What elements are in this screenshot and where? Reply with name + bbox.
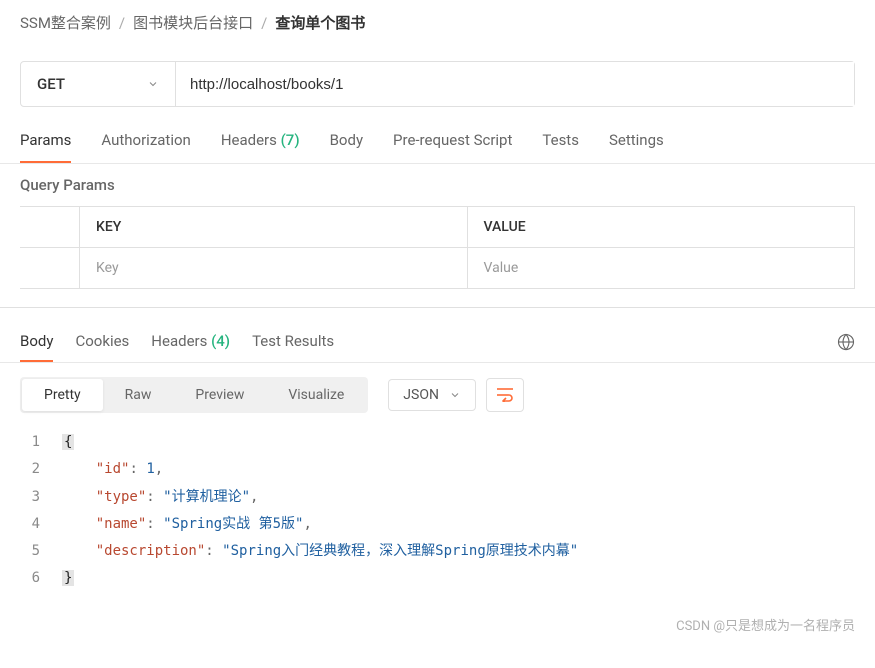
breadcrumb-item[interactable]: SSM整合案例 [20,12,111,33]
wrap-lines-button[interactable] [486,378,524,412]
breadcrumb-separator: / [119,14,125,32]
format-select[interactable]: JSON [388,379,476,411]
globe-icon[interactable] [837,333,855,351]
query-params-label: Query Params [0,164,875,206]
request-bar: GET [20,61,855,107]
response-tabs: Body Cookies Headers (4) Test Results [0,322,875,363]
wrap-icon [496,388,514,402]
tab-prerequest[interactable]: Pre-request Script [393,119,512,163]
chevron-down-icon [147,78,159,90]
tab-params[interactable]: Params [20,119,71,163]
view-mode-raw[interactable]: Raw [103,379,174,411]
http-method-label: GET [37,75,65,93]
response-divider [0,307,875,308]
checkbox-cell[interactable] [20,248,80,288]
view-mode-group: Pretty Raw Preview Visualize [20,377,368,413]
url-input[interactable] [176,62,854,106]
tab-authorization[interactable]: Authorization [101,119,190,163]
response-toolbar: Pretty Raw Preview Visualize JSON [0,363,875,423]
value-column-header: VALUE [468,207,855,247]
breadcrumb-current: 查询单个图书 [275,12,365,33]
chevron-down-icon [449,389,461,401]
tab-settings[interactable]: Settings [609,119,664,163]
response-tab-body[interactable]: Body [20,322,53,362]
breadcrumb-item[interactable]: 图书模块后台接口 [133,12,253,33]
http-method-select[interactable]: GET [21,62,176,106]
query-params-table: KEY VALUE Key Value [20,206,855,289]
value-input[interactable]: Value [468,248,855,288]
tab-headers[interactable]: Headers (7) [221,119,300,163]
breadcrumb-separator: / [261,14,267,32]
response-tab-testresults[interactable]: Test Results [252,322,334,362]
tab-body[interactable]: Body [330,119,363,163]
format-label: JSON [403,387,439,403]
view-mode-preview[interactable]: Preview [173,379,266,411]
key-column-header: KEY [80,207,468,247]
tab-tests[interactable]: Tests [542,119,579,163]
checkbox-header-cell [20,207,80,247]
view-mode-pretty[interactable]: Pretty [22,379,103,411]
key-input[interactable]: Key [80,248,468,288]
breadcrumb: SSM整合案例 / 图书模块后台接口 / 查询单个图书 [0,0,875,43]
response-body-code[interactable]: 1{2 "id": 1,3 "type": "计算机理论",4 "name": … [0,423,875,613]
response-tab-cookies[interactable]: Cookies [75,322,129,362]
view-mode-visualize[interactable]: Visualize [266,379,366,411]
response-tab-headers[interactable]: Headers (4) [151,322,230,362]
watermark: CSDN @只是想成为一名程序员 [0,613,875,642]
request-tabs: Params Authorization Headers (7) Body Pr… [0,119,875,164]
